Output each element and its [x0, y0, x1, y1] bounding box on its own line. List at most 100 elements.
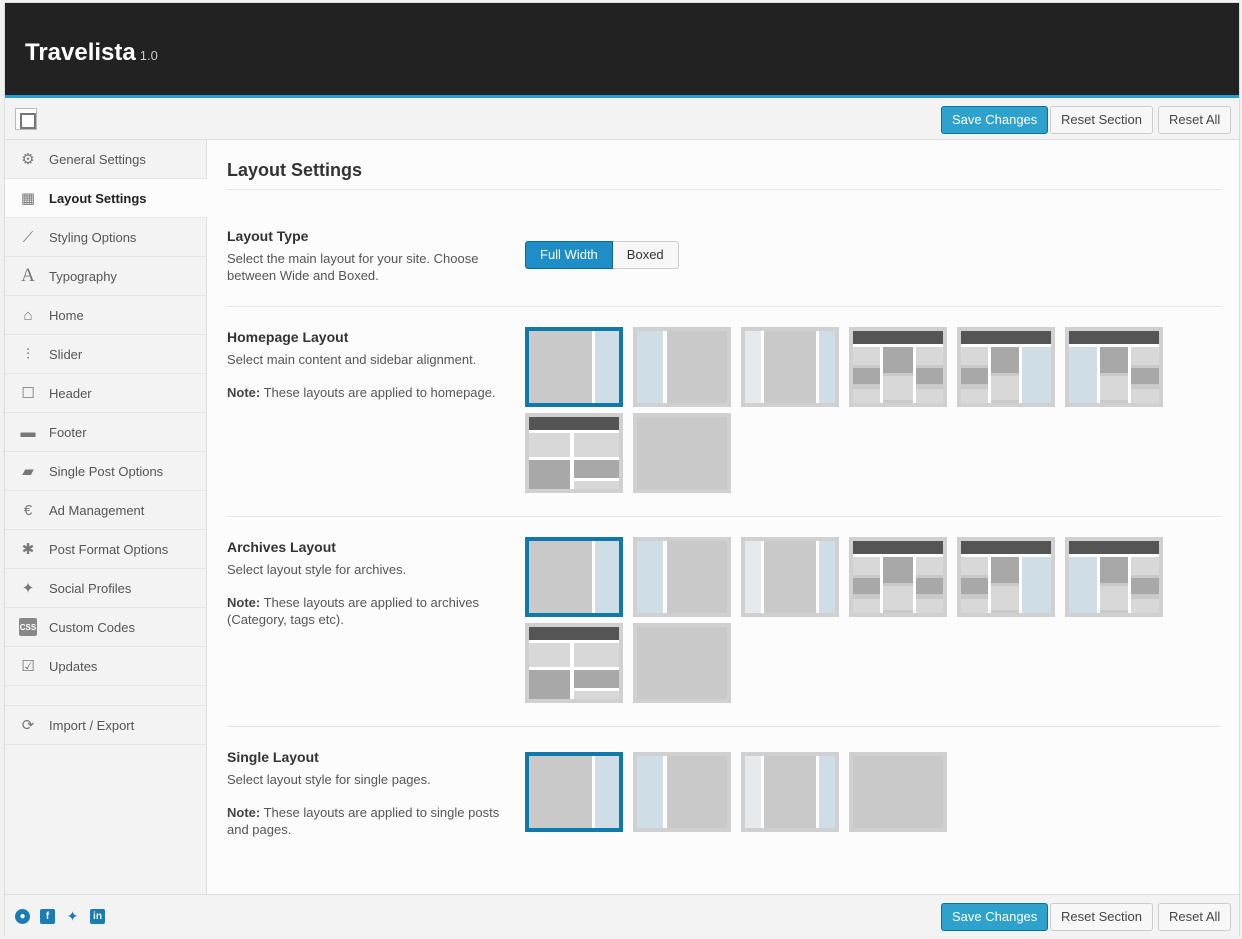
- square-icon: ☐: [21, 385, 35, 402]
- panel-header: Travelista 1.0: [5, 3, 1239, 98]
- layout-option-both-sidebars[interactable]: [741, 327, 839, 407]
- save-changes-button[interactable]: Save Changes: [941, 903, 1049, 931]
- sidebar-item-slider[interactable]: ⫶ Slider: [5, 335, 206, 374]
- layout-preview-block: [853, 599, 880, 613]
- expand-icon[interactable]: [15, 108, 37, 130]
- sidebar-item-updates[interactable]: ☑ Updates: [5, 647, 206, 686]
- single-layout-note: Note: These layouts are applied to singl…: [227, 804, 515, 838]
- layout-option-both-sidebars[interactable]: [741, 752, 839, 832]
- layout-preview-block: [853, 368, 880, 384]
- layout-preview-block: [663, 541, 667, 613]
- sidebar-item-post-format-options[interactable]: ✱ Post Format Options: [5, 530, 206, 569]
- sidebar-item-general-settings[interactable]: ⚙ General Settings: [5, 140, 206, 179]
- layout-option-right-sidebar[interactable]: [525, 327, 623, 407]
- single-layout-heading: Single Layout: [227, 749, 319, 765]
- archives-layout-label: Archives Layout Select layout style for …: [227, 539, 515, 628]
- layout-preview-block: [961, 599, 988, 613]
- layout-option-left-sidebar[interactable]: [633, 537, 731, 617]
- layout-option-grid-left[interactable]: [1065, 537, 1163, 617]
- layout-option-both-sidebars[interactable]: [741, 537, 839, 617]
- layout-preview-block: [961, 347, 988, 365]
- sidebar-item-layout-settings[interactable]: ▦ Layout Settings: [5, 179, 207, 218]
- layout-type-desc: Select the main layout for your site. Ch…: [227, 251, 479, 283]
- layout-preview-block: [880, 557, 883, 613]
- layout-preview-block: [595, 331, 619, 403]
- homepage-layout-note: Note: These layouts are applied to homep…: [227, 384, 515, 401]
- sidebar-item-footer[interactable]: ▬ Footer: [5, 413, 206, 452]
- layout-option-grid-full[interactable]: [849, 537, 947, 617]
- homepage-layout-heading: Homepage Layout: [227, 329, 349, 345]
- reset-all-button[interactable]: Reset All: [1158, 903, 1232, 931]
- options-panel: Travelista 1.0 Save Changes Reset Section…: [4, 2, 1240, 936]
- social-links: ● f ✦ in: [15, 909, 115, 924]
- sidebar-item-custom-codes[interactable]: CSS Custom Codes: [5, 608, 206, 647]
- top-toolbar: Save Changes Reset Section Reset All: [5, 98, 1239, 140]
- facebook-icon[interactable]: f: [40, 909, 55, 924]
- layout-preview-block: [819, 756, 835, 828]
- layout-preview-block: [988, 347, 991, 403]
- layout-preview-block: [574, 433, 619, 457]
- sidebar-item-import-export[interactable]: ⟳ Import / Export: [5, 706, 206, 745]
- layout-option-grid-full[interactable]: [849, 327, 947, 407]
- github-icon[interactable]: ●: [15, 909, 30, 924]
- layout-preview-block: [1131, 557, 1159, 575]
- layout-option-grid-two[interactable]: [525, 413, 623, 493]
- twitter-icon[interactable]: ✦: [65, 909, 80, 924]
- sidebar-item-home[interactable]: ⌂ Home: [5, 296, 206, 335]
- reset-all-button[interactable]: Reset All: [1158, 106, 1232, 134]
- minus-icon: ▬: [20, 423, 36, 441]
- sidebar-item-label: Single Post Options: [49, 463, 164, 479]
- layout-option-blank[interactable]: [633, 623, 731, 703]
- single-layout-desc: Select layout style for single pages.: [227, 772, 431, 787]
- sidebar-item-single-post-options[interactable]: ▰ Single Post Options: [5, 452, 206, 491]
- layout-preview-block: [1131, 347, 1159, 365]
- layout-option-grid-two[interactable]: [525, 623, 623, 703]
- sidebar-item-label: Layout Settings: [49, 190, 147, 206]
- full-width-option[interactable]: Full Width: [525, 241, 613, 269]
- sidebar-item-styling-options[interactable]: ⟋ Styling Options: [5, 218, 206, 257]
- layout-preview-block: [916, 389, 943, 403]
- boxed-option[interactable]: Boxed: [612, 241, 679, 269]
- layout-option-left-sidebar[interactable]: [633, 327, 731, 407]
- layout-preview-block: [853, 389, 880, 403]
- sidebar-item-header[interactable]: ☐ Header: [5, 374, 206, 413]
- save-changes-button[interactable]: Save Changes: [941, 106, 1049, 134]
- layout-preview-block: [745, 541, 761, 613]
- sidebar-item-label: Social Profiles: [49, 580, 132, 596]
- layout-option-left-sidebar[interactable]: [633, 752, 731, 832]
- note-label: Note:: [227, 385, 261, 400]
- layout-option-grid-right[interactable]: [957, 327, 1055, 407]
- twitter-icon: ✦: [21, 580, 35, 597]
- layout-preview-block: [819, 541, 835, 613]
- reset-section-button[interactable]: Reset Section: [1050, 106, 1153, 134]
- sidebar-item-label: Custom Codes: [49, 619, 135, 635]
- layout-preview-block: [529, 670, 570, 699]
- layout-preview-block: [574, 670, 619, 688]
- linkedin-icon[interactable]: in: [90, 909, 105, 924]
- layout-option-right-sidebar[interactable]: [525, 537, 623, 617]
- note-label: Note:: [227, 595, 261, 610]
- layout-preview-block: [1069, 541, 1159, 554]
- archives-layout-desc: Select layout style for archives.: [227, 562, 407, 577]
- layout-preview-block: [816, 756, 819, 828]
- layout-preview-block: [663, 756, 667, 828]
- layout-option-blank[interactable]: [633, 413, 731, 493]
- reset-section-button[interactable]: Reset Section: [1050, 903, 1153, 931]
- layout-preview-block: [761, 756, 764, 828]
- layout-option-blank[interactable]: [849, 752, 947, 832]
- sidebar-item-ad-management[interactable]: € Ad Management: [5, 491, 206, 530]
- layout-option-grid-right[interactable]: [957, 537, 1055, 617]
- layout-option-right-sidebar[interactable]: [525, 752, 623, 832]
- sidebar-item-label: Slider: [49, 346, 83, 362]
- sidebar-item-label: Header: [49, 385, 92, 401]
- layout-preview-block: [1131, 368, 1159, 384]
- layout-preview-block: [916, 578, 943, 594]
- layout-preview-block: [761, 541, 764, 613]
- sidebar-item-typography[interactable]: A Typography: [5, 257, 206, 296]
- layout-preview-block: [595, 541, 619, 613]
- layout-option-grid-left[interactable]: [1065, 327, 1163, 407]
- sidebar-item-social-profiles[interactable]: ✦ Social Profiles: [5, 569, 206, 608]
- layout-preview-block: [592, 541, 595, 613]
- layout-type-row: Layout Type Select the main layout for y…: [227, 190, 1221, 307]
- layout-preview-block: [1100, 347, 1128, 373]
